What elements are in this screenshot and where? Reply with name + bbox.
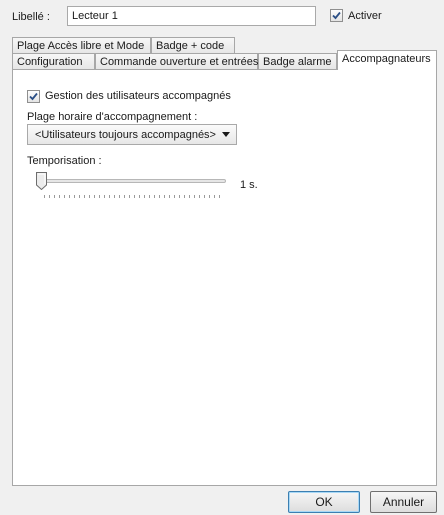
temporisation-slider-track[interactable] <box>41 179 226 183</box>
slider-thumb-icon[interactable] <box>36 172 47 190</box>
tab-plage-acces-libre[interactable]: Plage Accès libre et Mode <box>12 37 151 53</box>
gestion-checkbox[interactable] <box>27 90 40 103</box>
activer-label: Activer <box>348 10 382 22</box>
activer-checkbox[interactable] <box>330 9 343 22</box>
tab-accompagnateurs[interactable]: Accompagnateurs <box>337 50 437 70</box>
check-icon <box>29 92 38 101</box>
temporisation-label: Temporisation : <box>27 155 102 167</box>
ok-button[interactable]: OK <box>288 491 360 513</box>
temporisation-value: 1 s. <box>240 179 258 191</box>
cancel-button[interactable]: Annuler <box>370 491 437 513</box>
check-icon <box>332 11 341 20</box>
libelle-label: Libellé : <box>12 11 50 23</box>
plage-horaire-value: <Utilisateurs toujours accompagnés> <box>35 128 216 141</box>
tab-badge-alarme[interactable]: Badge alarme <box>258 53 337 69</box>
gestion-label: Gestion des utilisateurs accompagnés <box>45 90 231 102</box>
chevron-down-icon <box>222 132 230 137</box>
tab-badge-code[interactable]: Badge + code <box>151 37 235 53</box>
slider-ticks <box>44 195 220 198</box>
tab-commande-ouverture[interactable]: Commande ouverture et entrées <box>95 53 258 69</box>
plage-horaire-select[interactable]: <Utilisateurs toujours accompagnés> <box>27 124 237 145</box>
libelle-input[interactable] <box>67 6 316 26</box>
plage-horaire-label: Plage horaire d'accompagnement : <box>27 111 198 123</box>
tab-configuration[interactable]: Configuration <box>12 53 95 69</box>
